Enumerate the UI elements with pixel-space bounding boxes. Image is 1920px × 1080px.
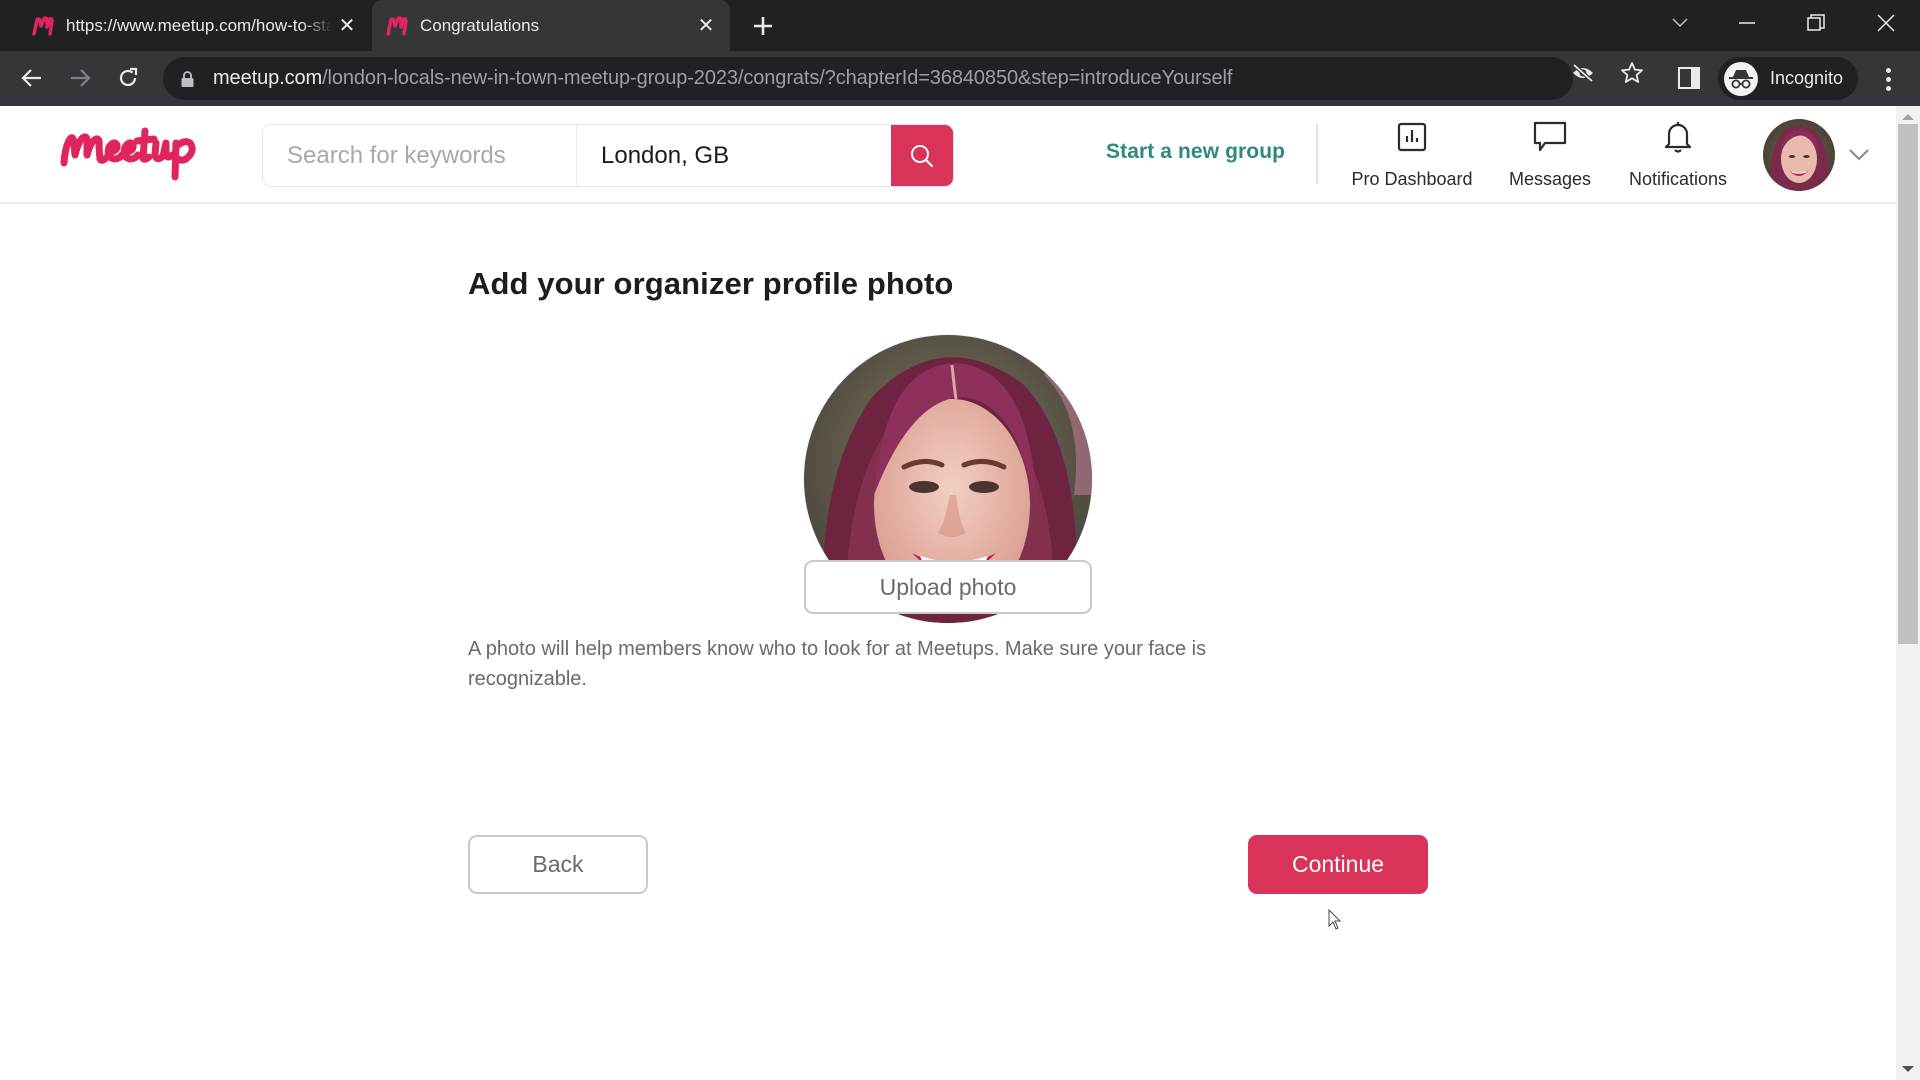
bookmark-star-button[interactable] — [1620, 61, 1644, 85]
avatar-photo — [1763, 119, 1835, 191]
back-nav-button[interactable] — [14, 60, 50, 96]
minimize-icon — [1739, 22, 1755, 24]
site-header: Start a new group Pro Dashboard Messages… — [0, 106, 1896, 204]
browser-tab-active[interactable]: Congratulations ✕ — [372, 0, 730, 51]
tab-title: https://www.meetup.com/how-to-start-a-gr… — [66, 15, 333, 35]
mouse-cursor-icon — [1328, 908, 1342, 931]
tab-title: Congratulations — [420, 15, 540, 35]
chat-bubble-icon — [1533, 120, 1567, 154]
meetup-favicon-icon — [32, 15, 54, 37]
page-scrollbar[interactable] — [1896, 106, 1920, 1080]
page-title: Add your organizer profile photo — [468, 266, 954, 301]
star-icon — [1621, 62, 1643, 83]
nav-notifications[interactable]: Notifications — [1620, 120, 1736, 190]
nav-messages[interactable]: Messages — [1502, 120, 1598, 190]
minimize-button[interactable] — [1727, 6, 1767, 40]
browser-menu-button[interactable] — [1876, 63, 1900, 95]
close-icon — [1877, 14, 1895, 32]
keyword-search-input[interactable] — [263, 125, 577, 186]
reload-button[interactable] — [110, 60, 146, 96]
close-window-button[interactable] — [1866, 6, 1906, 40]
continue-button[interactable]: Continue — [1248, 835, 1428, 894]
bar-chart-icon — [1397, 120, 1427, 154]
incognito-icon — [1724, 61, 1758, 96]
page-viewport: Start a new group Pro Dashboard Messages… — [0, 106, 1896, 1080]
search-bar — [262, 124, 954, 187]
profile-button[interactable]: Incognito — [1718, 57, 1858, 100]
nav-pro-dashboard[interactable]: Pro Dashboard — [1347, 120, 1477, 190]
lock-icon[interactable] — [179, 70, 195, 88]
nav-label: Pro Dashboard — [1351, 169, 1473, 189]
scrollbar-thumb[interactable] — [1898, 124, 1918, 644]
scroll-down-arrow-icon[interactable] — [1902, 1066, 1914, 1072]
tab-search-button[interactable] — [1660, 6, 1700, 40]
browser-tab-strip: https://www.meetup.com/how-to-start-a-gr… — [0, 0, 1920, 51]
profile-label: Incognito — [1770, 68, 1844, 88]
restore-icon — [1807, 14, 1825, 31]
search-icon — [911, 144, 934, 167]
reload-icon — [119, 67, 138, 87]
side-panel-button[interactable] — [1678, 67, 1702, 91]
start-new-group-link[interactable]: Start a new group — [1106, 140, 1285, 164]
back-button[interactable]: Back — [468, 835, 648, 894]
header-divider — [1316, 124, 1318, 184]
address-bar[interactable]: meetup.com/london-locals-new-in-town-mee… — [163, 57, 1573, 100]
tab-close-icon[interactable]: ✕ — [692, 12, 720, 40]
browser-toolbar: meetup.com/london-locals-new-in-town-mee… — [0, 51, 1920, 106]
upload-photo-button[interactable]: Upload photo — [804, 560, 1092, 614]
forward-nav-button[interactable] — [62, 60, 98, 96]
nav-label: Messages — [1508, 169, 1592, 189]
chevron-down-icon[interactable] — [1847, 142, 1871, 166]
arrow-left-icon — [21, 69, 41, 87]
tracking-protection-button[interactable] — [1571, 61, 1595, 85]
side-panel-icon — [1678, 67, 1700, 89]
user-avatar[interactable] — [1763, 119, 1835, 191]
scroll-up-arrow-icon[interactable] — [1902, 114, 1914, 120]
url-host: meetup.com — [213, 67, 323, 89]
meetup-logo-icon — [60, 127, 196, 181]
chevron-down-icon — [1672, 18, 1688, 28]
url-text: meetup.com/london-locals-new-in-town-mee… — [213, 67, 1232, 90]
tab-close-icon[interactable]: ✕ — [333, 12, 361, 40]
nav-label: Notifications — [1628, 169, 1728, 189]
browser-tab[interactable]: https://www.meetup.com/how-to-start-a-gr… — [16, 0, 371, 51]
eye-off-icon — [1572, 63, 1594, 83]
new-tab-button[interactable] — [748, 11, 778, 41]
bell-icon — [1663, 120, 1693, 154]
url-path: /london-locals-new-in-town-meetup-group-… — [322, 67, 1233, 89]
restore-button[interactable] — [1796, 6, 1836, 40]
location-input[interactable] — [577, 125, 891, 186]
photo-help-text: A photo will help members know who to lo… — [468, 638, 1207, 690]
arrow-right-icon — [71, 69, 91, 87]
meetup-favicon-icon — [386, 15, 408, 37]
plus-icon — [754, 17, 772, 35]
search-button[interactable] — [891, 125, 953, 186]
meetup-logo[interactable] — [58, 125, 204, 183]
